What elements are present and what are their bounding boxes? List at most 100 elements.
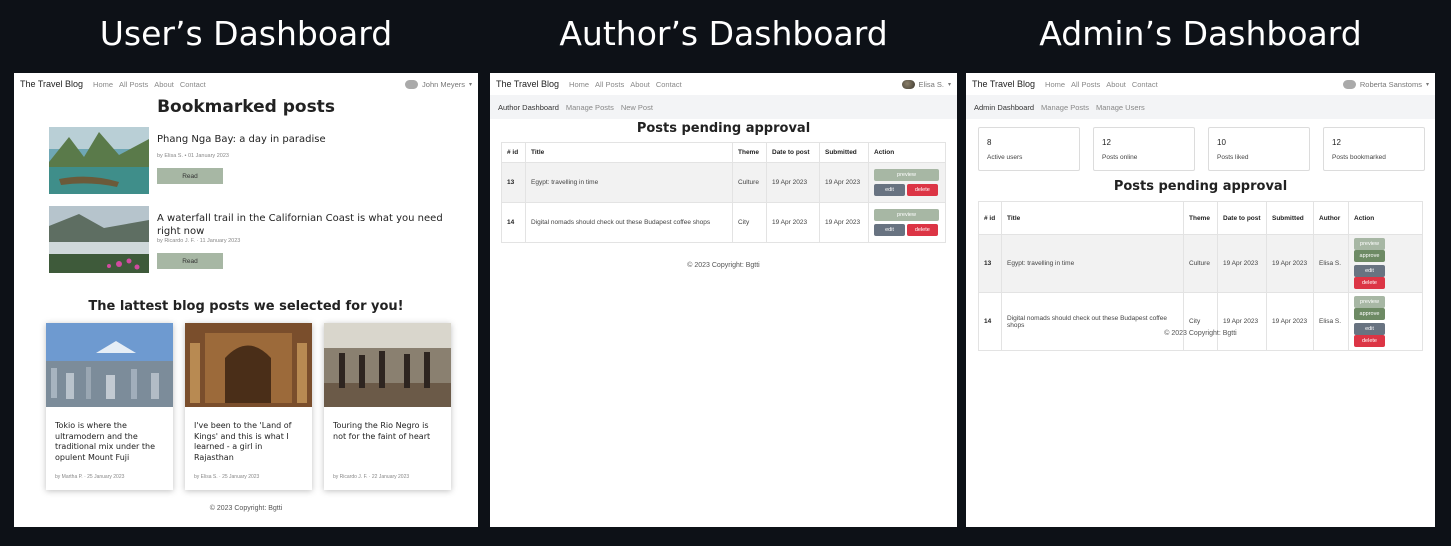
- nav-all-posts[interactable]: All Posts: [119, 80, 148, 89]
- brand-link[interactable]: The Travel Blog: [20, 79, 83, 89]
- bookmark-item: A waterfall trail in the Californian Coa…: [49, 206, 443, 274]
- nav-all-posts[interactable]: All Posts: [595, 80, 624, 89]
- stat-label: Active users: [987, 154, 1023, 161]
- user-menu[interactable]: Roberta Sanstoms ▾: [1342, 79, 1429, 89]
- navbar: The Travel Blog Home All Posts About Con…: [966, 73, 1435, 95]
- tab-manage-posts[interactable]: Manage Posts: [1041, 103, 1089, 112]
- bookmark-title[interactable]: A waterfall trail in the Californian Coa…: [157, 212, 447, 238]
- bookmark-meta: by Elisa S. • 01 January 2023: [157, 153, 229, 159]
- col-id: # id: [978, 201, 1002, 235]
- edit-button[interactable]: edit: [874, 224, 905, 236]
- cell-title: Egypt: travelling in time: [1001, 234, 1184, 293]
- preview-button[interactable]: preview: [1354, 296, 1385, 308]
- nav-home[interactable]: Home: [569, 80, 589, 89]
- cell-submitted: 19 Apr 2023: [1266, 292, 1314, 351]
- col-title: Title: [1001, 201, 1184, 235]
- post-card-image: [185, 323, 312, 407]
- user-menu[interactable]: Elisa S. ▾: [901, 79, 951, 89]
- author-dashboard-heading: Author’s Dashboard: [559, 14, 888, 53]
- cell-theme: City: [1183, 292, 1218, 351]
- read-button[interactable]: Read: [157, 168, 223, 184]
- post-card[interactable]: I've been to the 'Land of Kings' and thi…: [185, 323, 312, 490]
- cell-action: preview edit delete: [868, 162, 946, 203]
- cell-author: Elisa S.: [1313, 292, 1349, 351]
- stat-card-posts-online: 12 Posts online: [1093, 127, 1195, 171]
- nav-about[interactable]: About: [154, 80, 174, 89]
- read-button[interactable]: Read: [157, 253, 223, 269]
- preview-button[interactable]: preview: [874, 209, 939, 221]
- col-action: Action: [868, 142, 946, 163]
- col-title: Title: [525, 142, 733, 163]
- post-card-title: I've been to the 'Land of Kings' and thi…: [194, 421, 292, 462]
- edit-button[interactable]: edit: [1354, 265, 1385, 277]
- pending-title: Posts pending approval: [1113, 179, 1288, 194]
- cell-id: 14: [978, 292, 1002, 351]
- post-card[interactable]: Touring the Rio Negro is not for the fai…: [324, 323, 451, 490]
- cell-date: 19 Apr 2023: [1217, 234, 1267, 293]
- user-dashboard-panel: The Travel Blog Home All Posts About Con…: [14, 73, 478, 527]
- pending-table: # id Title Theme Date to post Submitted …: [978, 201, 1423, 351]
- cell-date: 19 Apr 2023: [1217, 292, 1267, 351]
- bookmark-thumbnail[interactable]: [49, 127, 149, 194]
- table-row: 13 Egypt: travelling in time Culture 19 …: [978, 234, 1423, 293]
- nav-contact[interactable]: Contact: [656, 80, 682, 89]
- chevron-down-icon: ▾: [468, 81, 472, 88]
- bookmark-thumbnail[interactable]: [49, 206, 149, 273]
- delete-button[interactable]: delete: [1354, 277, 1385, 289]
- navbar: The Travel Blog Home All Posts About Con…: [14, 73, 478, 95]
- stat-card-active-users: 8 Active users: [978, 127, 1080, 171]
- tab-admin-dashboard[interactable]: Admin Dashboard: [974, 103, 1034, 112]
- nav-home[interactable]: Home: [93, 80, 113, 89]
- dashboard-subnav: Author Dashboard Manage Posts New Post: [490, 95, 957, 119]
- tab-manage-users[interactable]: Manage Users: [1096, 103, 1145, 112]
- col-theme: Theme: [1183, 201, 1218, 235]
- bookmark-item: Phang Nga Bay: a day in paradise by Elis…: [49, 127, 439, 195]
- cell-title: Digital nomads should check out these Bu…: [1001, 292, 1184, 351]
- nav-all-posts[interactable]: All Posts: [1071, 80, 1100, 89]
- cell-title: Digital nomads should check out these Bu…: [525, 202, 733, 243]
- preview-button[interactable]: preview: [874, 169, 939, 181]
- bookmark-title[interactable]: Phang Nga Bay: a day in paradise: [157, 133, 447, 146]
- avatar: [1342, 79, 1356, 89]
- col-theme: Theme: [732, 142, 767, 163]
- footer: © 2023 Copyright: Bgtti: [209, 505, 283, 512]
- delete-button[interactable]: delete: [906, 184, 938, 196]
- author-dashboard-panel: The Travel Blog Home All Posts About Con…: [490, 73, 957, 527]
- cell-submitted: 19 Apr 2023: [819, 202, 869, 243]
- stat-value: 12: [1102, 138, 1111, 147]
- nav-home[interactable]: Home: [1045, 80, 1065, 89]
- tab-new-post[interactable]: New Post: [621, 103, 653, 112]
- bookmark-meta: by Ricardo J. F. · 11 January 2023: [157, 238, 241, 244]
- post-card-image: [46, 323, 173, 407]
- footer: © 2023 Copyright: Bgtti: [1164, 330, 1237, 337]
- approve-button[interactable]: approve: [1354, 250, 1385, 262]
- preview-button[interactable]: preview: [1354, 238, 1385, 250]
- post-card-meta: by Ricardo J. F. · 22 January 2023: [333, 474, 410, 480]
- user-menu[interactable]: John Meyers ▾: [405, 79, 472, 89]
- stat-card-posts-bookmarked: 12 Posts bookmarked: [1323, 127, 1425, 171]
- nav-contact[interactable]: Contact: [1132, 80, 1158, 89]
- post-card-meta: by Martha P. · 25 January 2023: [55, 474, 125, 480]
- post-card[interactable]: Tokio is where the ultramodern and the t…: [46, 323, 173, 490]
- delete-button[interactable]: delete: [906, 224, 938, 236]
- cell-date: 19 Apr 2023: [766, 162, 820, 203]
- pending-table: # id Title Theme Date to post Submitted …: [501, 142, 946, 243]
- approve-button[interactable]: approve: [1354, 308, 1385, 320]
- edit-button[interactable]: edit: [874, 184, 905, 196]
- table-row: 13 Egypt: travelling in time Culture 19 …: [501, 162, 946, 203]
- nav-about[interactable]: About: [630, 80, 650, 89]
- stat-label: Posts bookmarked: [1332, 154, 1386, 161]
- col-date: Date to post: [766, 142, 820, 163]
- tab-manage-posts[interactable]: Manage Posts: [566, 103, 614, 112]
- username: John Meyers: [422, 79, 465, 89]
- nav-contact[interactable]: Contact: [180, 80, 206, 89]
- brand-link[interactable]: The Travel Blog: [972, 79, 1035, 89]
- brand-link[interactable]: The Travel Blog: [496, 79, 559, 89]
- cell-id: 13: [501, 162, 526, 203]
- tab-author-dashboard[interactable]: Author Dashboard: [498, 103, 559, 112]
- cell-action: preview approve edit delete: [1348, 234, 1423, 293]
- nav-about[interactable]: About: [1106, 80, 1126, 89]
- admin-dashboard-heading: Admin’s Dashboard: [1039, 14, 1362, 53]
- post-card-title: Touring the Rio Negro is not for the fai…: [333, 421, 431, 441]
- admin-dashboard-panel: The Travel Blog Home All Posts About Con…: [966, 73, 1435, 527]
